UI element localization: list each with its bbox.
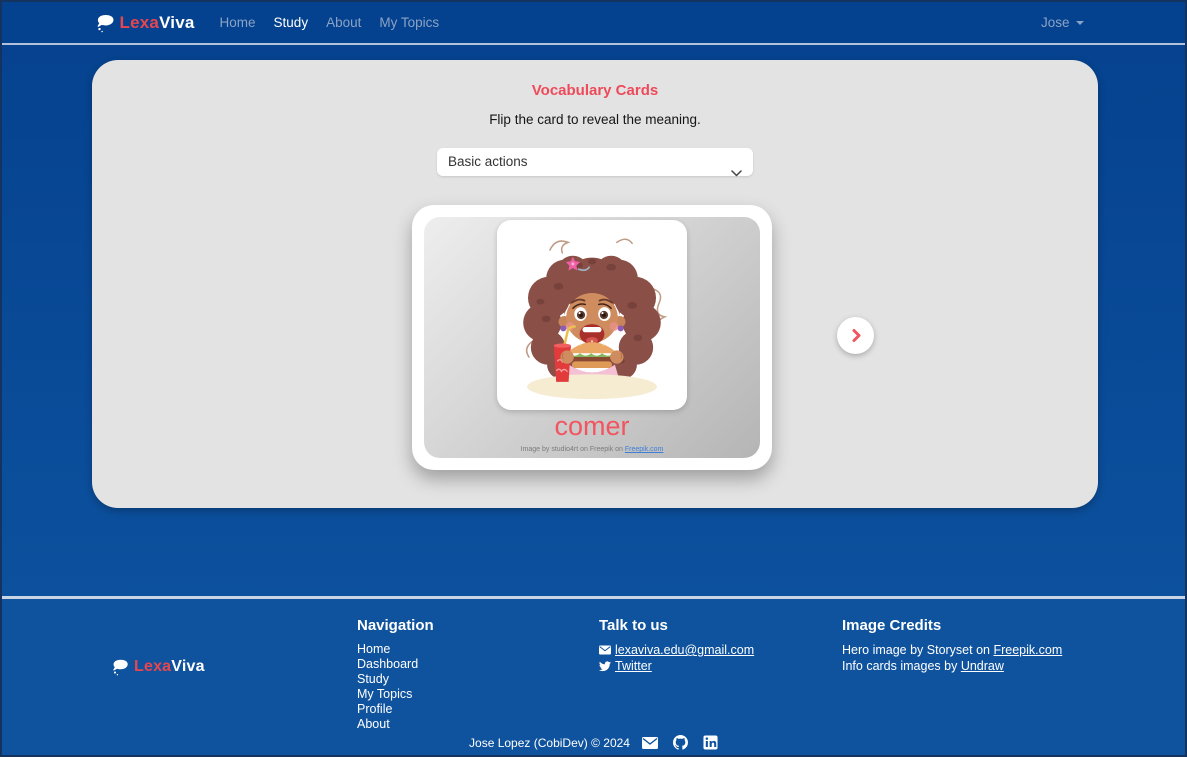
- envelope-icon[interactable]: [642, 737, 658, 749]
- footer-link-dashboard[interactable]: Dashboard: [357, 657, 599, 672]
- footer: LexaViva Navigation Home Dashboard Study…: [2, 596, 1185, 755]
- footer-contact-heading: Talk to us: [599, 617, 842, 634]
- footer-link-about[interactable]: About: [357, 717, 599, 732]
- flashcard-illustration: [506, 229, 678, 401]
- flashcard[interactable]: comer Image by studio4rt on Freepik on F…: [412, 205, 772, 470]
- brand-name: LexaViva: [120, 13, 195, 33]
- page-title: Vocabulary Cards: [92, 60, 1098, 99]
- caret-down-icon: [1076, 21, 1084, 25]
- footer-credits-heading: Image Credits: [842, 617, 1155, 634]
- undraw-link[interactable]: Undraw: [961, 659, 1004, 673]
- footer-credits-column: Image Credits Hero image by Storyset on …: [842, 613, 1155, 732]
- flashcard-front: comer Image by studio4rt on Freepik on F…: [424, 217, 760, 458]
- flashcard-image-frame: [497, 220, 687, 410]
- chevron-right-icon: [848, 327, 864, 344]
- freepik-link[interactable]: Freepik.com: [993, 643, 1062, 657]
- linkedin-icon[interactable]: [703, 735, 718, 750]
- attribution-link[interactable]: Freepik.com: [625, 446, 664, 453]
- whale-bubble-icon: [94, 12, 116, 34]
- twitter-icon: [599, 661, 611, 672]
- top-navbar: LexaViva Home Study About My Topics Jose: [2, 2, 1185, 45]
- footer-brand-name: LexaViva: [134, 658, 205, 676]
- footer-email-label: lexaviva.edu@gmail.com: [615, 642, 754, 658]
- footer-link-profile[interactable]: Profile: [357, 702, 599, 717]
- vocabulary-panel: Vocabulary Cards Flip the card to reveal…: [92, 60, 1098, 508]
- whale-bubble-icon: [110, 657, 130, 677]
- attribution-text: Image by studio4rt on Freepik on: [521, 446, 625, 453]
- envelope-icon: [599, 645, 611, 655]
- nav-item-my-topics[interactable]: My Topics: [370, 11, 448, 34]
- next-card-button[interactable]: [837, 317, 874, 354]
- brand-logo[interactable]: LexaViva: [94, 12, 195, 34]
- footer-bottom-bar: Jose Lopez (CobiDev) © 2024: [2, 735, 1185, 750]
- footer-navigation-column: Navigation Home Dashboard Study My Topic…: [357, 613, 599, 732]
- image-attribution: Image by studio4rt on Freepik on Freepik…: [521, 446, 664, 453]
- credit-line-cards: Info cards images by Undraw: [842, 658, 1155, 674]
- footer-twitter-link[interactable]: Twitter: [599, 658, 842, 674]
- topic-select[interactable]: Basic actions: [437, 148, 753, 176]
- topic-select-value: Basic actions: [448, 154, 528, 169]
- footer-link-my-topics[interactable]: My Topics: [357, 687, 599, 702]
- user-dropdown[interactable]: Jose: [1041, 15, 1084, 30]
- footer-navigation-heading: Navigation: [357, 617, 599, 634]
- vocabulary-word: comer: [554, 411, 629, 442]
- footer-email-link[interactable]: lexaviva.edu@gmail.com: [599, 642, 842, 658]
- footer-twitter-label: Twitter: [615, 658, 652, 674]
- page-subtitle: Flip the card to reveal the meaning.: [92, 112, 1098, 127]
- nav-item-study[interactable]: Study: [265, 11, 318, 34]
- nav-links: Home Study About My Topics: [211, 11, 449, 34]
- user-dropdown-label: Jose: [1041, 15, 1070, 30]
- github-icon[interactable]: [673, 735, 688, 750]
- copyright-text: Jose Lopez (CobiDev) © 2024: [469, 736, 630, 750]
- nav-item-about[interactable]: About: [317, 11, 370, 34]
- footer-link-home[interactable]: Home: [357, 642, 599, 657]
- nav-item-home[interactable]: Home: [211, 11, 265, 34]
- chevron-down-icon: [731, 159, 742, 187]
- footer-brand-logo[interactable]: LexaViva: [110, 657, 357, 677]
- footer-contact-column: Talk to us lexaviva.edu@gmail.com Twitte…: [599, 613, 842, 732]
- app-window: LexaViva Home Study About My Topics Jose…: [0, 0, 1187, 757]
- credit-line-hero: Hero image by Storyset on Freepik.com: [842, 642, 1155, 658]
- footer-link-study[interactable]: Study: [357, 672, 599, 687]
